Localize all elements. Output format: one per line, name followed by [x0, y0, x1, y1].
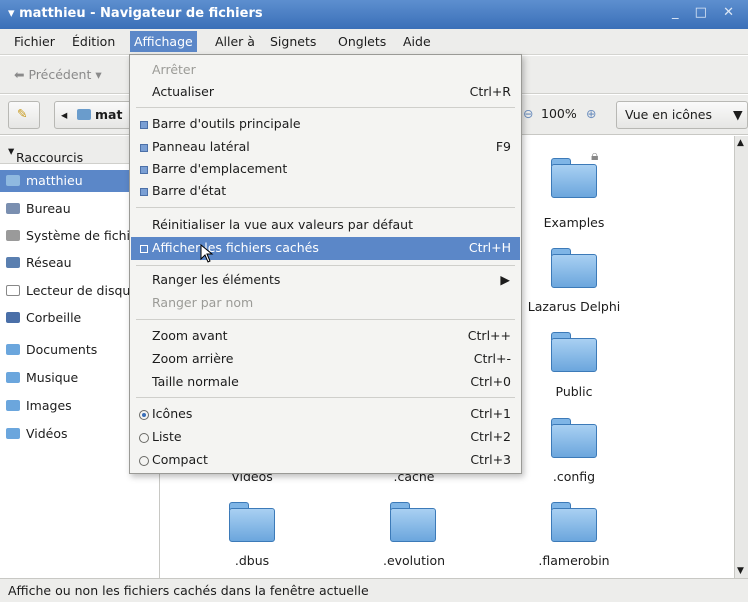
checkbox-icon: [140, 188, 148, 196]
checkbox-icon: [140, 144, 148, 152]
view-mode-select[interactable]: Vue en icônes ▼: [616, 101, 748, 129]
lock-icon: 🔒︎: [591, 148, 599, 164]
folder-icon[interactable]: [229, 502, 275, 542]
file-label: Lazarus Delphi: [527, 299, 621, 314]
zoom-in-icon[interactable]: ⊕: [586, 106, 596, 121]
window-controls[interactable]: _ □ ✕: [672, 5, 740, 20]
menu-item-barre-emplacement[interactable]: Barre d'emplacement: [131, 158, 520, 181]
chevron-left-icon: ◂: [61, 107, 68, 122]
status-text: Affiche ou non les fichiers cachés dans …: [8, 583, 369, 598]
floppy-icon: [6, 285, 20, 296]
menu-item-zoom-arriere[interactable]: Zoom arrière Ctrl+-: [131, 348, 520, 371]
scroll-down-icon[interactable]: ▼: [737, 566, 744, 576]
folder-icon[interactable]: [551, 418, 597, 458]
menu-affichage[interactable]: Affichage: [130, 31, 197, 52]
menu-separator: [136, 397, 515, 398]
title-bar: ▾ matthieu - Navigateur de fichiers _ □ …: [0, 0, 748, 29]
folder-icon: [6, 344, 20, 355]
menu-item-icones[interactable]: Icônes Ctrl+1: [131, 403, 520, 426]
menu-item-ranger[interactable]: Ranger les éléments ▶: [131, 269, 520, 292]
folder-icon: [6, 372, 20, 383]
network-icon: [6, 257, 20, 268]
menu-aide[interactable]: Aide: [399, 33, 435, 50]
zoom-out-icon[interactable]: ⊖: [523, 106, 533, 121]
folder-icon[interactable]: [551, 248, 597, 288]
menu-onglets[interactable]: Onglets: [334, 33, 390, 50]
folder-icon[interactable]: [551, 502, 597, 542]
menu-item-afficher-caches[interactable]: Afficher les fichiers cachés Ctrl+H: [131, 237, 520, 260]
menu-item-ranger-nom[interactable]: Ranger par nom: [131, 292, 520, 315]
file-label: .flamerobin: [538, 553, 610, 568]
folder-icon: [6, 428, 20, 439]
menu-edition[interactable]: Édition: [68, 33, 119, 50]
mouse-cursor-icon: [200, 244, 214, 263]
menu-item-zoom-avant[interactable]: Zoom avant Ctrl++: [131, 325, 520, 348]
affichage-menu: Arrêter Actualiser Ctrl+R Barre d'outils…: [129, 54, 522, 474]
menu-separator: [136, 207, 515, 208]
back-button[interactable]: ⬅ Précédent ▾: [14, 67, 102, 82]
menu-fichier[interactable]: Fichier: [10, 33, 59, 50]
menu-item-actualiser[interactable]: Actualiser Ctrl+R: [131, 81, 520, 104]
folder-icon: [6, 400, 20, 411]
menu-item-panneau-lateral[interactable]: Panneau latéral F9: [131, 136, 520, 159]
menu-item-reinitialiser[interactable]: Réinitialiser la vue aux valeurs par déf…: [131, 214, 520, 237]
chevron-down-icon: ▾: [95, 67, 102, 82]
home-folder-icon: [77, 109, 91, 120]
menu-item-taille-normale[interactable]: Taille normale Ctrl+0: [131, 371, 520, 394]
folder-icon[interactable]: [551, 332, 597, 372]
submenu-arrow-icon: ▶: [500, 272, 510, 287]
home-folder-icon: [6, 175, 20, 186]
vertical-scrollbar[interactable]: ▲ ▼: [734, 136, 748, 578]
checkbox-icon: [140, 166, 148, 174]
menu-aller-a[interactable]: Aller à: [211, 33, 259, 50]
menu-signets[interactable]: Signets: [266, 33, 320, 50]
checkbox-icon: [140, 121, 148, 129]
menu-item-liste[interactable]: Liste Ctrl+2: [131, 426, 520, 449]
desktop-icon: [6, 203, 20, 214]
zoom-level: 100%: [541, 106, 577, 121]
menu-item-compact[interactable]: Compact Ctrl+3: [131, 449, 520, 472]
file-label: .evolution: [382, 553, 446, 568]
menu-item-barre-outils[interactable]: Barre d'outils principale: [131, 113, 520, 136]
radio-selected-icon: [139, 410, 149, 420]
folder-icon[interactable]: [390, 502, 436, 542]
menu-separator: [136, 319, 515, 320]
menu-separator: [136, 265, 515, 266]
status-bar: Affiche ou non les fichiers cachés dans …: [0, 578, 748, 602]
scroll-up-icon[interactable]: ▲: [737, 138, 744, 148]
edit-location-button[interactable]: ✎: [8, 101, 40, 129]
window-title: ▾ matthieu - Navigateur de fichiers: [8, 6, 263, 21]
menu-separator: [136, 107, 515, 108]
edit-icon: ✎: [17, 106, 28, 121]
drive-icon: [6, 230, 20, 241]
file-label: Examples: [543, 215, 605, 230]
back-arrow-icon: ⬅: [14, 67, 25, 82]
menu-item-arreter[interactable]: Arrêter: [131, 59, 520, 82]
folder-examples-icon[interactable]: [551, 158, 597, 198]
file-label: .config: [552, 469, 596, 484]
file-label: Public: [555, 384, 593, 399]
menu-item-barre-etat[interactable]: Barre d'état: [131, 180, 520, 203]
radio-icon: [139, 433, 149, 443]
checkbox-icon: [140, 245, 148, 253]
file-label: .dbus: [234, 553, 270, 568]
chevron-down-icon: ▼: [733, 107, 743, 122]
radio-icon: [139, 456, 149, 466]
menu-bar: Fichier Édition Affichage Aller à Signet…: [0, 29, 748, 55]
trash-icon: [6, 312, 20, 323]
